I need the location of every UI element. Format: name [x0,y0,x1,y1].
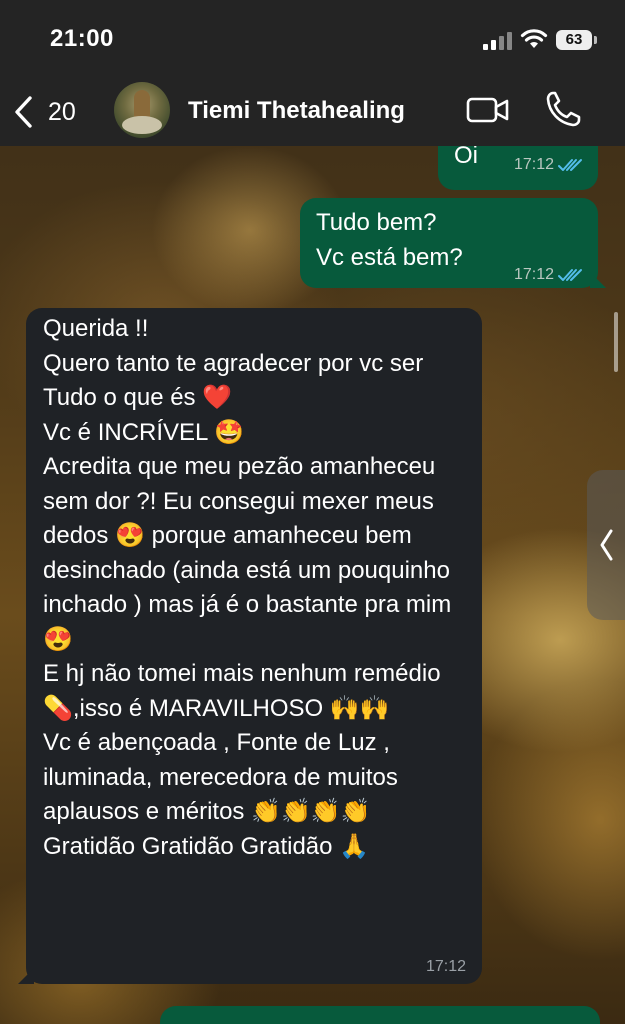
message-meta: 17:12 [514,258,584,293]
unread-count: 20 [48,97,76,126]
voice-call-button[interactable] [545,90,581,128]
double-check-icon [558,159,582,172]
scroll-indicator[interactable] [614,312,618,372]
message-text: Oi [454,146,478,169]
chat-header: 20 Tiemi Thetahealing [0,80,625,146]
message-time: 17:12 [513,266,554,283]
chevron-left-icon [15,96,32,128]
cellular-signal-icon [483,32,513,50]
message-meta: 17:12 [514,148,584,183]
video-call-button[interactable] [466,94,510,126]
message-list[interactable]: Oi 17:12 Tudo bem? Vc está bem? 17:12 Qu… [0,146,625,1024]
contact-name[interactable]: Tiemi Thetahealing [188,97,405,125]
chevron-left-icon [600,529,613,561]
message-bubble-outgoing-partial[interactable] [160,1006,600,1024]
double-check-icon [558,269,582,282]
message-time: 17:12 [513,156,554,173]
message-text: Tudo bem? Vc está bem? [316,209,463,271]
message-time: 17:12 [425,958,466,975]
message-bubble-incoming[interactable]: Querida !! Quero tanto te agradecer por … [18,308,482,985]
avatar[interactable] [114,82,170,138]
status-bar: 21:00 63 [0,0,625,80]
message-bubble-outgoing[interactable]: Oi 17:12 [438,146,598,190]
wifi-icon [520,29,548,48]
status-time: 21:00 [50,25,114,52]
side-panel-handle[interactable] [587,470,625,620]
battery-indicator: 63 [556,30,597,50]
message-meta: 17:12 [426,950,466,985]
back-button[interactable]: 20 [12,92,76,132]
message-text: Querida !! Quero tanto te agradecer por … [43,315,452,860]
message-bubble-outgoing[interactable]: Tudo bem? Vc está bem? 17:12 [300,198,606,288]
